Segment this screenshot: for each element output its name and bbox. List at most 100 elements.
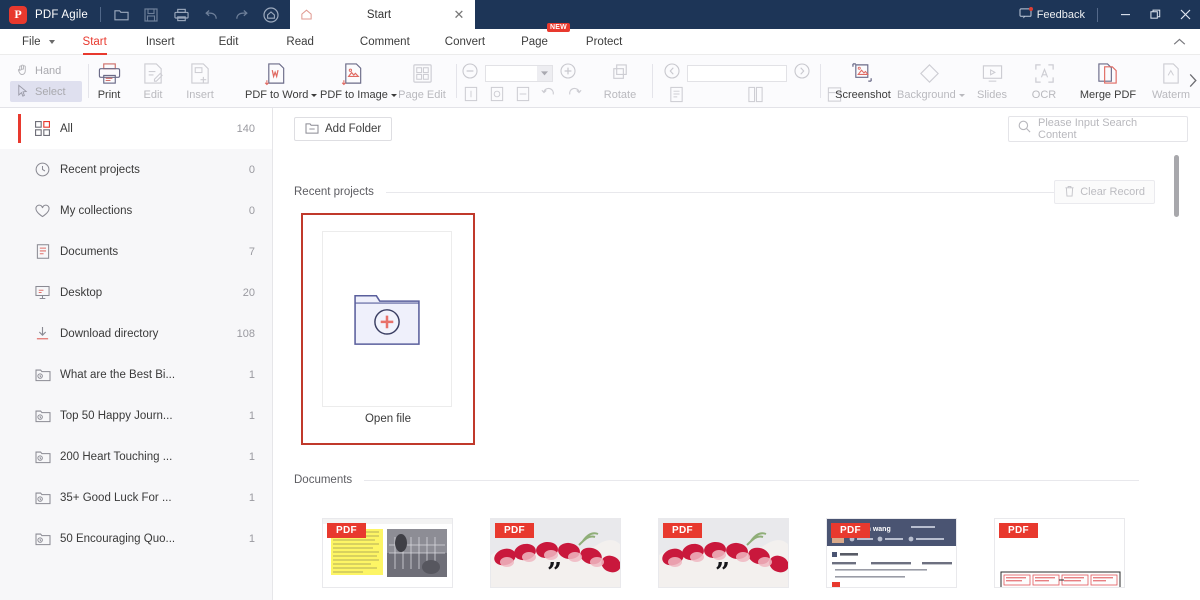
chevron-down-icon[interactable] [537, 66, 552, 81]
close-button[interactable] [1170, 0, 1200, 29]
insert-button[interactable]: Insert [172, 60, 228, 101]
menu-tab-edit[interactable]: Edit [219, 33, 239, 51]
chevron-down-icon [311, 93, 318, 97]
pdf-to-word-icon [245, 60, 307, 87]
sidebar-item-folder-3[interactable]: 200 Heart Touching ... 1 [0, 436, 272, 477]
slides-label: Slides [977, 89, 1007, 101]
menu-tab-convert[interactable]: Convert [445, 33, 485, 51]
feedback-button[interactable]: Feedback [1019, 6, 1085, 22]
screenshot-label: Screenshot [835, 89, 891, 101]
maximize-button[interactable] [1140, 0, 1170, 29]
clock-icon [34, 162, 51, 177]
rotate-icon [596, 60, 644, 87]
sidebar-item-label: Documents [60, 245, 119, 258]
minimize-button[interactable] [1110, 0, 1140, 29]
chevron-down-icon [958, 93, 965, 97]
folder-plus-icon [354, 295, 420, 345]
document-card-3[interactable]: ” PDF [658, 518, 789, 588]
slides-button[interactable]: Slides [966, 60, 1018, 101]
continuous-view-icon[interactable] [666, 84, 687, 105]
next-page-button[interactable] [794, 63, 810, 84]
sidebar-item-my-collections[interactable]: My collections 0 [0, 190, 272, 231]
cursor-icon [16, 83, 29, 100]
merge-pdf-button[interactable]: Merge PDF [1077, 60, 1139, 101]
content-scrollbar[interactable] [1174, 155, 1179, 217]
hand-tool-button[interactable]: Hand [10, 60, 82, 81]
menu-tab-start[interactable]: Start [82, 33, 108, 55]
two-page-view-icon[interactable] [745, 84, 766, 105]
document-card-5[interactable]: PDF [994, 518, 1125, 588]
page-number-input[interactable] [687, 65, 787, 82]
pdf-badge: PDF [327, 523, 366, 538]
menu-tab-insert[interactable]: Insert [146, 33, 175, 51]
fit-width-icon[interactable] [512, 83, 533, 104]
pdf-to-image-button[interactable]: PDF to Image [320, 60, 397, 101]
pdf-to-word-button[interactable]: PDF to Word [245, 60, 318, 101]
sidebar-item-documents[interactable]: Documents 7 [0, 231, 272, 272]
fit-page-icon[interactable] [486, 83, 507, 104]
page-edit-label: Page Edit [398, 89, 446, 101]
sidebar-item-folder-4[interactable]: 35+ Good Luck For ... 1 [0, 477, 272, 518]
search-input[interactable]: Please Input Search Content [1008, 116, 1188, 142]
zoom-in-button[interactable] [560, 63, 576, 84]
sidebar-item-count: 140 [236, 122, 255, 135]
open-folder-icon[interactable] [113, 6, 130, 23]
grid-icon [34, 121, 51, 136]
sidebar-item-desktop[interactable]: Desktop 20 [0, 272, 272, 313]
zoom-input[interactable] [485, 65, 553, 82]
page-layout-controls [460, 83, 585, 104]
menu-tab-insert-label: Insert [145, 35, 175, 48]
sidebar-item-folder-1[interactable]: What are the Best Bi... 1 [0, 354, 272, 395]
heart-icon [34, 204, 51, 218]
sidebar-item-download-directory[interactable]: Download directory 108 [0, 313, 272, 354]
close-icon[interactable]: ✕ [449, 8, 469, 21]
undo-icon[interactable] [203, 6, 220, 23]
chevron-up-icon[interactable] [1173, 37, 1186, 49]
menu-file[interactable]: File [22, 36, 55, 48]
menu-tab-edit-label: Edit [218, 35, 239, 48]
sidebar-item-label: My collections [60, 204, 133, 217]
menu-tab-protect-label: Protect [585, 35, 623, 48]
sidebar-item-recent-projects[interactable]: Recent projects 0 [0, 149, 272, 190]
sidebar-item-folder-5[interactable]: 50 Encouraging Quo... 1 [0, 518, 272, 559]
save-icon[interactable] [143, 6, 160, 23]
single-page-icon[interactable] [460, 83, 481, 104]
window-controls-divider [1097, 7, 1098, 22]
background-button[interactable]: Background [897, 60, 965, 101]
zoom-out-button[interactable] [462, 63, 478, 84]
rotate-right-icon[interactable] [564, 83, 585, 104]
menu-tab-page-label: Page [521, 35, 548, 48]
document-card-4[interactable]: ran wang PDF [826, 518, 957, 588]
page-edit-button[interactable]: Page Edit [392, 60, 452, 101]
rotate-left-icon[interactable] [538, 83, 559, 104]
home-circle-icon[interactable] [263, 6, 280, 23]
folder-clock-icon [34, 409, 51, 423]
screenshot-button[interactable]: Screenshot [833, 60, 893, 101]
previous-page-button[interactable] [664, 63, 680, 84]
tab-start[interactable]: Start ✕ [290, 0, 475, 29]
open-file-card[interactable]: Open file [301, 213, 475, 445]
menu-tab-protect[interactable]: Protect [586, 33, 622, 51]
print-icon[interactable] [173, 6, 190, 23]
sidebar-item-count: 1 [248, 532, 255, 545]
pdf-to-word-label: PDF to Word [245, 89, 318, 101]
rotate-label: Rotate [603, 89, 637, 101]
ocr-button[interactable]: OCR [1019, 60, 1069, 101]
document-card-1[interactable]: PDF [322, 518, 453, 588]
view-mode-controls [666, 84, 845, 105]
sidebar-item-folder-2[interactable]: Top 50 Happy Journ... 1 [0, 395, 272, 436]
add-folder-button[interactable]: Add Folder [294, 117, 393, 141]
document-card-2[interactable]: ” PDF [490, 518, 621, 588]
rotate-button[interactable]: Rotate [596, 60, 644, 101]
sidebar-item-all[interactable]: All 140 [0, 108, 272, 149]
new-badge: NEW [546, 22, 570, 32]
clear-record-button[interactable]: Clear Record [1054, 180, 1155, 204]
add-folder-label: Add Folder [325, 123, 382, 135]
menu-tab-comment[interactable]: Comment [360, 33, 410, 51]
menu-tab-read[interactable]: Read [286, 33, 314, 51]
redo-icon[interactable] [233, 6, 250, 23]
chevron-right-icon[interactable] [1188, 73, 1198, 92]
sidebar-item-count: 1 [248, 409, 255, 422]
select-tool-button[interactable]: Select [10, 81, 82, 102]
menu-tab-page[interactable]: Page NEW [521, 22, 570, 51]
